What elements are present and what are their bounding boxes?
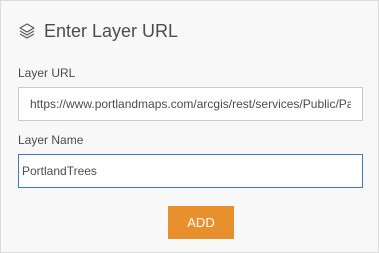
add-button[interactable]: ADD <box>168 206 234 239</box>
panel-header: Enter Layer URL <box>18 17 178 45</box>
layer-url-input[interactable] <box>18 87 363 121</box>
add-layer-panel: Enter Layer URL Layer URL Layer Name ADD <box>0 0 379 253</box>
panel-title: Enter Layer URL <box>44 20 179 41</box>
layers-icon <box>18 22 36 40</box>
layer-name-input[interactable] <box>18 154 363 188</box>
layer-url-label: Layer URL <box>18 66 76 80</box>
layer-name-label: Layer Name <box>18 133 84 147</box>
